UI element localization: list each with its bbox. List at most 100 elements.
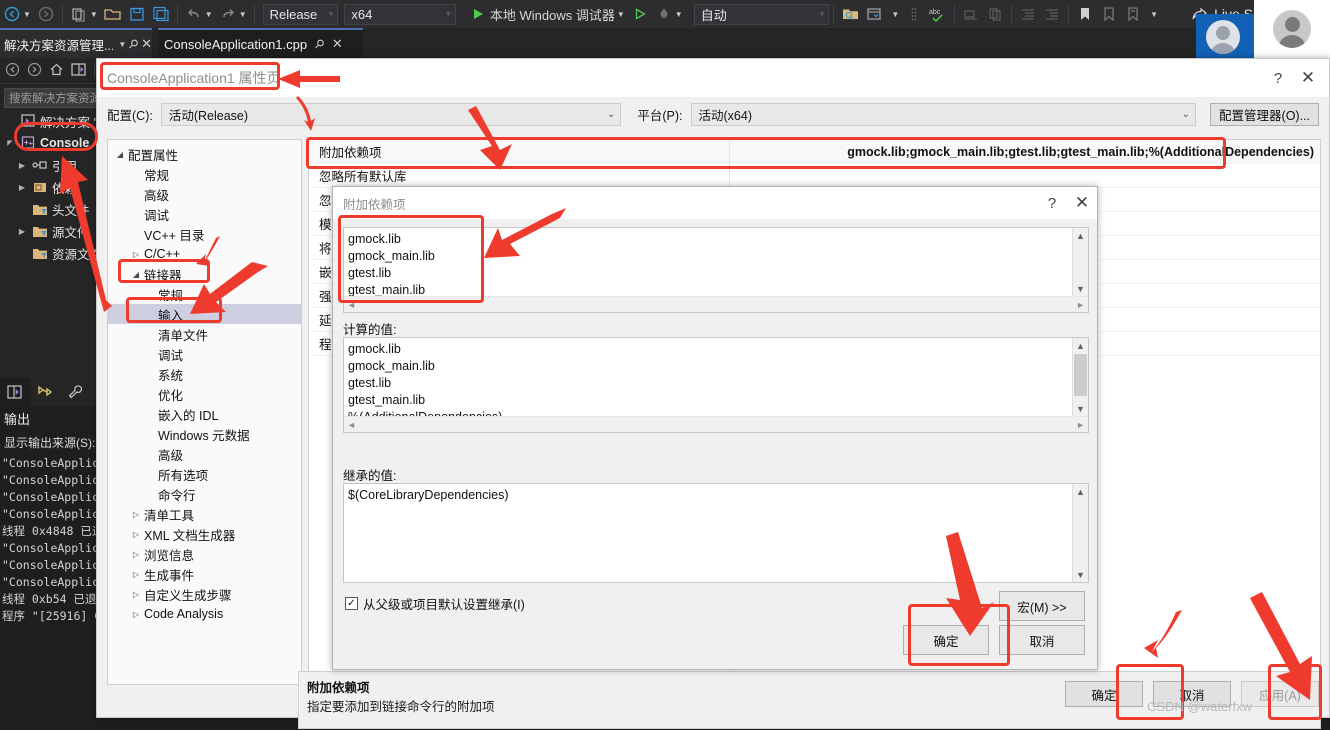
scroll-left-arrow-icon[interactable]: ◄ — [347, 300, 356, 310]
grid-row-ignore-all-default-libraries[interactable]: 忽略所有默认库 — [309, 164, 1320, 188]
ptree-item-vcpp-directories[interactable]: VC++ 目录 — [108, 224, 301, 244]
hot-reload-button[interactable]: ▼ — [652, 2, 686, 26]
scroll-right-arrow-icon[interactable]: ► — [1076, 300, 1085, 310]
expander-icon[interactable]: ◤ — [4, 139, 16, 147]
account-tile[interactable] — [1196, 14, 1254, 58]
nav-back-icon[interactable] — [5, 62, 20, 80]
expander-icon[interactable]: ▷ — [128, 570, 144, 579]
ptree-item-code-analysis[interactable]: ▷ Code Analysis — [108, 604, 301, 624]
expander-icon[interactable]: ▷ — [128, 550, 144, 559]
ptree-item-general[interactable]: 常规 — [108, 164, 301, 184]
property-ok-button[interactable]: 确定 — [1065, 681, 1143, 707]
help-icon[interactable]: ? — [1263, 64, 1293, 92]
tab-solution-explorer[interactable]: 解决方案资源管理... ▼ ⚲ ✕ — [0, 28, 152, 58]
scroll-up-arrow-icon[interactable]: ▲ — [1073, 228, 1088, 243]
scroll-left-arrow-icon[interactable]: ◄ — [347, 420, 356, 430]
ptree-item-configuration-properties[interactable]: ◢ 配置属性 — [108, 144, 301, 164]
save-all-button[interactable] — [149, 2, 173, 26]
expander-icon[interactable]: ▶ — [16, 227, 28, 236]
spell-check-button[interactable]: abc — [926, 2, 950, 26]
ptree-item-windows-metadata[interactable]: Windows 元数据 — [108, 424, 301, 444]
uncomment-button[interactable] — [983, 2, 1007, 26]
chevron-down-icon[interactable]: ▼ — [118, 40, 126, 49]
ptree-item-optimization[interactable]: 优化 — [108, 384, 301, 404]
close-icon[interactable]: ✕ — [1293, 64, 1323, 92]
undo-button[interactable]: ▼ — [182, 2, 216, 26]
inherit-from-parent-checkbox-row[interactable]: ✓ 从父级或项目默认设置继承(I) — [345, 594, 525, 613]
pin-icon[interactable]: ⚲ — [311, 36, 327, 52]
configuration-combo[interactable]: 活动(Release) ⌄ — [160, 102, 622, 126]
ptree-item-linker-debugging[interactable]: 调试 — [108, 344, 301, 364]
grid-row-additional-dependencies[interactable]: 附加依赖项 gmock.lib;gmock_main.lib;gtest.lib… — [309, 140, 1320, 164]
more-toolbar-options[interactable]: ▼ — [886, 2, 902, 26]
scroll-down-arrow-icon[interactable]: ▼ — [1073, 401, 1088, 416]
ptree-item-manifest-file[interactable]: 清单文件 — [108, 324, 301, 344]
navigate-forward-button[interactable] — [34, 2, 58, 26]
team-explorer-tool-button[interactable] — [30, 378, 60, 406]
solution-platform-combo[interactable]: x64 ▾ — [344, 3, 456, 25]
ptree-item-custom-build-step[interactable]: ▷ 自定义生成步骤 — [108, 584, 301, 604]
increase-indent-button[interactable] — [1040, 2, 1064, 26]
vertical-scrollbar[interactable]: ▲ ▼ — [1072, 228, 1088, 296]
inner-cancel-button[interactable]: 取消 — [999, 625, 1085, 655]
chevron-down-icon[interactable]: ▼ — [23, 10, 31, 19]
expander-icon[interactable]: ◢ — [112, 150, 128, 159]
comment-button[interactable] — [959, 2, 983, 26]
open-file-button[interactable] — [101, 2, 125, 26]
ptree-item-embedded-idl[interactable]: 嵌入的 IDL — [108, 404, 301, 424]
property-apply-button[interactable]: 应用(A) — [1241, 681, 1319, 707]
debug-target-combo[interactable]: 自动 ▾ — [693, 3, 830, 25]
help-icon[interactable]: ? — [1037, 189, 1067, 217]
ptree-item-linker-advanced[interactable]: 高级 — [108, 444, 301, 464]
expander-icon[interactable]: ▶ — [16, 161, 28, 170]
vertical-scrollbar[interactable]: ▲ ▼ — [1072, 338, 1088, 416]
ptree-item-build-events[interactable]: ▷ 生成事件 — [108, 564, 301, 584]
horizontal-scrollbar[interactable]: ◄ ► — [344, 416, 1088, 432]
new-item-button[interactable]: ▼ — [67, 2, 101, 26]
decrease-indent-button[interactable] — [1016, 2, 1040, 26]
ptree-item-linker-input[interactable]: 输入 — [108, 304, 301, 324]
start-debug-button[interactable]: 本地 Windows 调试器 ▼ — [466, 2, 628, 26]
save-button[interactable] — [125, 2, 149, 26]
home-icon[interactable] — [49, 62, 64, 80]
inherit-checkbox[interactable]: ✓ — [345, 597, 358, 610]
ptree-item-browse-information[interactable]: ▷ 浏览信息 — [108, 544, 301, 564]
ptree-item-all-options[interactable]: 所有选项 — [108, 464, 301, 484]
chevron-down-icon[interactable]: ▼ — [205, 10, 213, 19]
ptree-item-command-line[interactable]: 命令行 — [108, 484, 301, 504]
scroll-up-arrow-icon[interactable]: ▲ — [1073, 338, 1088, 353]
solution-configuration-combo[interactable]: Release ▾ — [262, 3, 339, 25]
scroll-up-arrow-icon[interactable]: ▲ — [1073, 484, 1088, 499]
inner-ok-button[interactable]: 确定 — [903, 625, 989, 655]
chevron-down-icon[interactable]: ▼ — [90, 10, 98, 19]
find-in-files-button[interactable] — [838, 2, 862, 26]
expander-icon[interactable]: ▷ — [128, 530, 144, 539]
horizontal-scrollbar[interactable]: ◄ ► — [344, 296, 1088, 312]
ptree-item-c-cpp[interactable]: ▷ C/C++ — [108, 244, 301, 264]
navigate-back-button[interactable]: ▼ — [0, 2, 34, 26]
tab-consoleapplication1-cpp[interactable]: ConsoleApplication1.cpp ⚲ ✕ — [158, 28, 363, 58]
properties-tool-button[interactable] — [60, 378, 90, 406]
chevron-down-icon[interactable]: ▼ — [675, 10, 683, 19]
expander-icon[interactable]: ◢ — [128, 270, 144, 279]
expander-icon[interactable]: ▷ — [128, 610, 144, 619]
platform-combo[interactable]: 活动(x64) ⌄ — [690, 102, 1197, 126]
scroll-down-arrow-icon[interactable]: ▼ — [1073, 281, 1088, 296]
ptree-item-system[interactable]: 系统 — [108, 364, 301, 384]
previous-bookmark-button[interactable] — [1097, 2, 1121, 26]
dependencies-edit-box[interactable]: gmock.lib gmock_main.lib gtest.lib gtest… — [343, 227, 1089, 313]
expander-icon[interactable]: ▷ — [128, 590, 144, 599]
expander-icon[interactable]: ▷ — [128, 250, 144, 259]
close-icon[interactable]: ✕ — [141, 36, 152, 52]
chevron-down-icon[interactable]: ▼ — [239, 10, 247, 19]
window-layout-button[interactable] — [862, 2, 886, 26]
ptree-item-advanced[interactable]: 高级 — [108, 184, 301, 204]
vertical-scrollbar[interactable]: ▲ ▼ — [1072, 484, 1088, 582]
user-account-button[interactable] — [1254, 0, 1330, 58]
expander-icon[interactable]: ▶ — [16, 183, 28, 192]
switch-views-icon[interactable] — [71, 62, 87, 80]
ptree-item-linker-general[interactable]: 常规 — [108, 284, 301, 304]
nav-forward-icon[interactable] — [27, 62, 42, 80]
solution-explorer-tool-button[interactable] — [0, 378, 30, 406]
scroll-down-arrow-icon[interactable]: ▼ — [1073, 567, 1088, 582]
